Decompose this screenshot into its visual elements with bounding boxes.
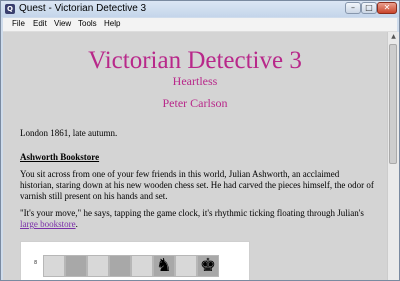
menu-bar: File Edit View Tools Help	[3, 18, 397, 32]
large-bookstore-link[interactable]: large bookstore	[20, 219, 76, 229]
description-paragraph: You sit across from one of your few frie…	[20, 169, 374, 201]
chess-square[interactable]	[65, 255, 87, 277]
menu-file[interactable]: File	[12, 19, 25, 28]
game-output-pane[interactable]: Victorian Detective 3 Heartless Peter Ca…	[3, 32, 387, 280]
title-bar[interactable]: Q Quest - Victorian Detective 3 – □ ✕	[1, 1, 399, 17]
maximize-button[interactable]: □	[361, 2, 377, 14]
chess-square[interactable]	[43, 255, 65, 277]
menu-edit[interactable]: Edit	[33, 19, 47, 28]
minimize-button[interactable]: –	[345, 2, 361, 14]
app-window: Q Quest - Victorian Detective 3 – □ ✕ Fi…	[0, 0, 400, 281]
quest-app-icon: Q	[5, 4, 15, 14]
chess-square[interactable]	[109, 255, 131, 277]
black-king-square[interactable]: ♚	[197, 255, 219, 277]
game-title: Victorian Detective 3	[88, 47, 302, 74]
chess-square[interactable]	[131, 255, 153, 277]
dialogue-paragraph: "It's your move," he says, tapping the g…	[20, 208, 375, 230]
chess-square[interactable]	[87, 255, 109, 277]
vertical-scrollbar[interactable]: ▲	[387, 32, 399, 280]
scroll-up-arrow-icon[interactable]: ▲	[388, 32, 399, 42]
rank-label: 8	[34, 260, 38, 266]
window-title: Quest - Victorian Detective 3	[19, 3, 147, 14]
menu-tools[interactable]: Tools	[78, 19, 97, 28]
chess-board: 8 ♞ ♚	[20, 241, 250, 280]
game-author: Peter Carlson	[162, 96, 228, 110]
chess-square[interactable]	[175, 255, 197, 277]
location-heading: Ashworth Bookstore	[20, 152, 100, 162]
close-button[interactable]: ✕	[377, 2, 397, 14]
black-knight-square[interactable]: ♞	[153, 255, 175, 277]
game-subtitle: Heartless	[172, 74, 218, 88]
dialogue-text: "It's your move," he says, tapping the g…	[20, 208, 364, 218]
menu-view[interactable]: View	[54, 19, 71, 28]
menu-help[interactable]: Help	[104, 19, 120, 28]
dialogue-end: .	[75, 219, 78, 229]
scroll-thumb[interactable]	[389, 44, 397, 164]
intro-text: London 1861, late autumn.	[20, 128, 118, 138]
